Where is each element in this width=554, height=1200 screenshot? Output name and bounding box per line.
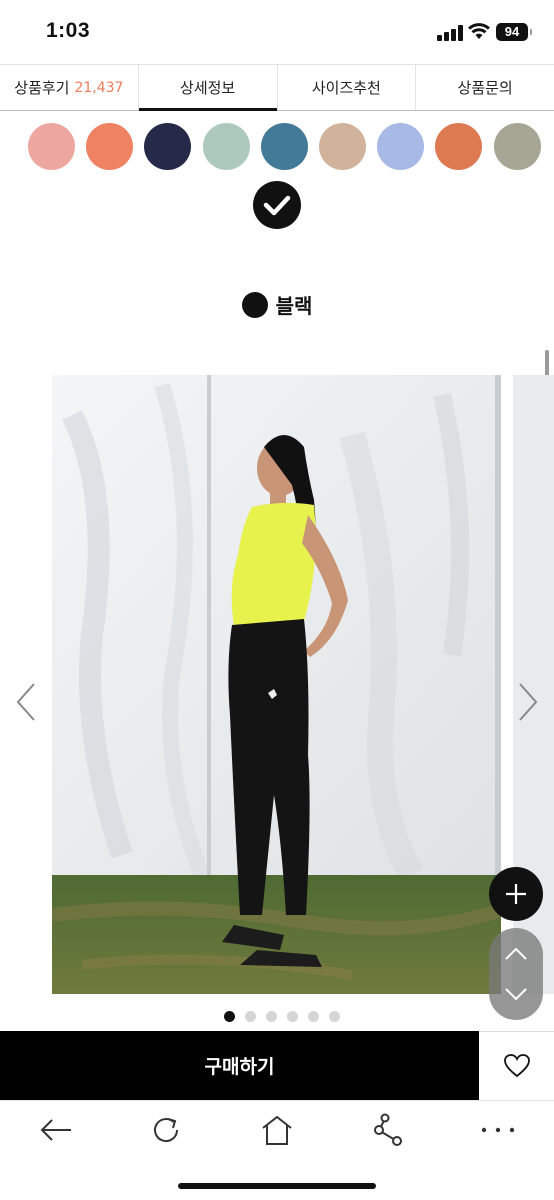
heart-icon [503,1054,530,1078]
home-icon[interactable] [257,1111,297,1149]
color-swatch[interactable] [86,123,134,170]
color-swatch[interactable] [493,123,541,170]
color-swatch[interactable] [319,123,366,170]
color-swatches [0,120,554,172]
checkmark-icon [253,181,301,229]
status-bar: 1:03 94 [0,0,554,62]
carousel-pagination [0,1011,554,1022]
wifi-icon [468,23,490,39]
carousel-prev-button[interactable] [12,680,42,724]
review-count: 21,437 [74,79,124,96]
tab-reviews[interactable]: 상품후기 21,437 [0,65,139,110]
carousel-next-button[interactable] [512,680,542,724]
status-time: 1:03 [46,19,91,42]
chevron-up-icon[interactable] [503,946,529,962]
battery-indicator: 94 [496,23,532,41]
color-swatch[interactable] [202,123,250,170]
pagination-dot[interactable] [328,1011,340,1022]
chevron-down-icon[interactable] [503,986,529,1002]
pagination-dot[interactable] [265,1011,277,1022]
product-image-carousel[interactable] [52,375,554,994]
tab-details[interactable]: 상세정보 [138,65,278,111]
color-swatch[interactable] [144,123,192,170]
color-swatch[interactable] [435,123,483,170]
color-dot-icon [241,291,268,318]
selected-color-name: 블랙 [275,294,313,318]
tab-inquiry[interactable]: 상품문의 [416,65,554,110]
color-swatch[interactable] [28,123,75,170]
tab-size-recommendation[interactable]: 사이즈추천 [278,65,417,110]
pagination-dot[interactable] [307,1011,319,1022]
pagination-dot[interactable] [244,1011,256,1022]
product-photo [52,375,501,994]
purchase-bar: 구매하기 [0,1031,554,1100]
buy-button[interactable]: 구매하기 [0,1031,479,1100]
back-arrow-icon[interactable] [36,1111,76,1149]
wishlist-button[interactable] [479,1031,554,1100]
home-indicator [178,1183,376,1189]
scroll-controls [489,928,543,1020]
tab-label: 상품후기 [14,79,70,97]
plus-icon[interactable] [489,867,543,921]
share-icon[interactable] [368,1111,408,1149]
pagination-dot[interactable] [286,1011,298,1022]
refresh-icon[interactable] [146,1111,186,1149]
color-swatch[interactable] [377,123,425,170]
more-icon[interactable] [478,1111,518,1149]
cellular-signal-icon [437,25,463,41]
detail-tabs: 상품후기 21,437 상세정보 사이즈추천 상품문의 [0,64,554,111]
pagination-dot[interactable] [223,1011,235,1022]
tab-label: 사이즈추천 [311,79,381,97]
color-swatch[interactable] [260,123,308,170]
tab-label: 상세정보 [180,79,236,97]
selected-color-label: 블랙 [0,290,554,319]
tab-label: 상품문의 [457,79,513,97]
